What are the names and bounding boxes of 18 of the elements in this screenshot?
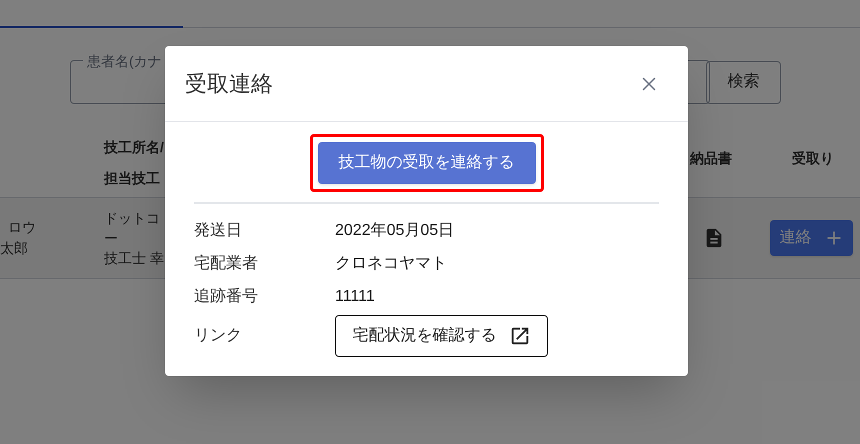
column-header: 技工所名/ — [104, 138, 164, 156]
table-cell-text: ロウ — [7, 218, 36, 237]
field-value: 2022年05月05日 — [335, 220, 454, 240]
field-label: 追跡番号 — [194, 286, 259, 306]
column-header: 納品書 — [690, 149, 733, 168]
dialog-title: 受取連絡 — [185, 70, 273, 98]
field-value: クロネコヤマト — [335, 254, 447, 274]
column-header: 受取り — [792, 149, 834, 168]
field-label: 発送日 — [194, 220, 243, 240]
column-header: 担当技工 — [104, 168, 160, 188]
table-cell-text: ドットコ — [104, 209, 160, 228]
field-label: 宅配業者 — [194, 254, 259, 274]
table-cell-text: 太郎 — [0, 239, 28, 258]
table-cell-text: 技工士 幸 — [104, 249, 164, 268]
field-value: 11111 — [335, 286, 375, 306]
field-label: リンク — [194, 326, 243, 346]
field-label: 患者名(カナ — [83, 51, 166, 72]
table-cell-text: ー — [104, 229, 118, 248]
